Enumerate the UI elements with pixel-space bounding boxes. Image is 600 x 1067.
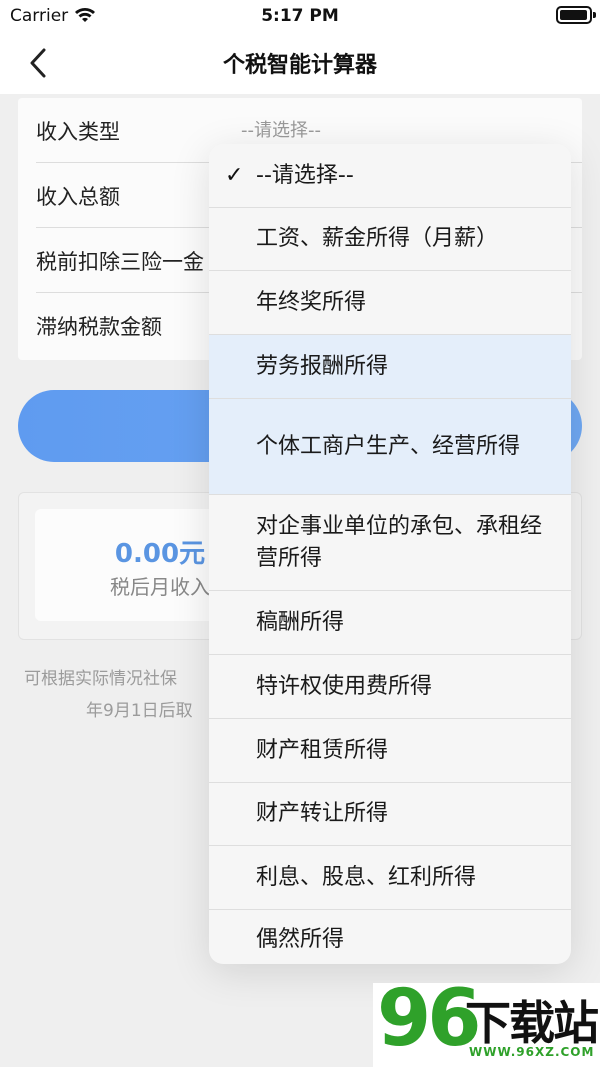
dropdown-option[interactable]: 财产租赁所得: [209, 719, 571, 783]
income-total-label: 收入总额: [36, 185, 120, 209]
dropdown-option-label: 工资、薪金所得（月薪）: [256, 226, 499, 251]
dropdown-option[interactable]: 对企事业单位的承包、承租经营所得: [209, 495, 571, 591]
dropdown-option-label: 年终奖所得: [256, 289, 367, 315]
navigation-bar: 个税智能计算器: [0, 32, 600, 94]
battery-icon: [556, 6, 596, 24]
dropdown-option-label: 财产转让所得: [256, 801, 389, 826]
dropdown-option[interactable]: 特许权使用费所得: [209, 655, 571, 719]
watermark-url: WWW.96XZ.COM: [469, 1045, 595, 1059]
dropdown-option[interactable]: 偶然所得: [209, 910, 571, 964]
dropdown-option-label: 利息、股息、红利所得: [256, 864, 477, 890]
dropdown-option-label: 财产租赁所得: [256, 737, 389, 763]
dropdown-option[interactable]: 利息、股息、红利所得: [209, 846, 571, 910]
dropdown-option-label: 偶然所得: [256, 927, 345, 952]
income-type-label: 收入类型: [36, 120, 120, 144]
income-type-select[interactable]: --请选择--: [241, 116, 321, 142]
dropdown-option[interactable]: ✓ --请选择--: [209, 144, 571, 208]
income-type-dropdown[interactable]: ✓ --请选择-- 工资、薪金所得（月薪） 年终奖所得 劳务报酬所得 个体工商户…: [209, 144, 571, 964]
clock: 5:17 PM: [261, 6, 339, 26]
dropdown-option-label: 特许权使用费所得: [256, 673, 433, 699]
watermark-logo: 96 下载站 WWW.96XZ.COM: [373, 977, 600, 1067]
page-title: 个税智能计算器: [222, 53, 377, 78]
dropdown-option[interactable]: 年终奖所得: [209, 271, 571, 335]
status-bar: Carrier 5:17 PM: [0, 0, 600, 32]
dropdown-option[interactable]: 劳务报酬所得: [209, 335, 571, 399]
dropdown-option[interactable]: 工资、薪金所得（月薪）: [209, 208, 571, 271]
dropdown-option-label: 稿酬所得: [256, 609, 345, 635]
insurance-deduction-label: 税前扣除三险一金: [36, 250, 204, 274]
watermark-number: 96: [377, 974, 482, 1064]
dropdown-option[interactable]: 稿酬所得: [209, 591, 571, 655]
dropdown-option[interactable]: 个体工商户生产、经营所得: [209, 399, 571, 495]
late-tax-label: 滞纳税款金额: [36, 315, 162, 339]
dropdown-option-label: --请选择--: [256, 162, 354, 188]
dropdown-option-label: 对企事业单位的承包、承租经营所得: [256, 513, 543, 571]
dropdown-option-label: 劳务报酬所得: [256, 353, 389, 379]
dropdown-option-label: 个体工商户生产、经营所得: [256, 433, 521, 459]
checkmark-icon: ✓: [225, 162, 244, 188]
dropdown-option[interactable]: 财产转让所得: [209, 783, 571, 846]
watermark-text: 下载站: [465, 996, 599, 1050]
